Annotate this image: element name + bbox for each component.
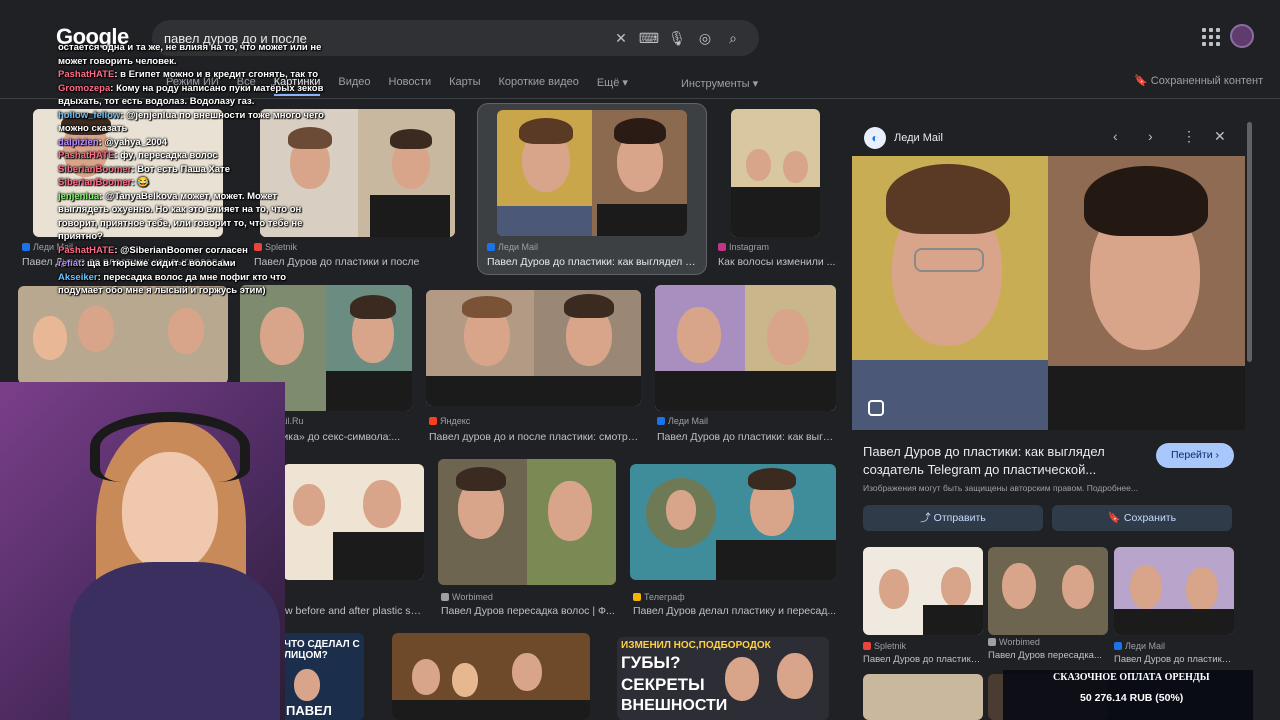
related-caption[interactable]: Павел Дуров до пластики:... [1114, 654, 1234, 665]
source-logo-icon: ◐ [864, 127, 886, 149]
result-caption[interactable]: Павел Дуров до пластики: как выглядел с.… [487, 256, 697, 268]
result-source: Worbimed [441, 592, 493, 602]
result-source: Леди Mail [657, 416, 708, 426]
thumb-text: СЕКРЕТЫ [621, 675, 705, 694]
visit-button[interactable]: Перейти › [1156, 443, 1234, 468]
bookmark-icon: 🔖 [1134, 75, 1151, 87]
related-source: Леди Mail [1114, 641, 1165, 651]
thumb-text: ПАВЕЛ [286, 703, 332, 718]
related-caption[interactable]: Павел Дуров до пластики ... [863, 654, 983, 665]
related-caption[interactable]: Павел Дуров пересадка... [988, 650, 1108, 661]
result-image[interactable]: ЧТО СДЕЛАЛ С ЛИЦОМ? ПАВЕЛ [278, 633, 364, 720]
related-image[interactable] [863, 674, 983, 720]
chat-message: Gromozepa: Кому на роду написано пуки ма… [58, 82, 324, 108]
result-image[interactable]: ИЗМЕНИЛ НОС,ПОДБОРОДОК ГУБЫ? СЕКРЕТЫ ВНЕ… [617, 637, 829, 720]
keyboard-icon[interactable]: ⌨ [635, 24, 663, 52]
previous-icon[interactable]: ‹ [1113, 128, 1118, 144]
result-image[interactable] [497, 110, 687, 236]
result-image[interactable] [283, 464, 424, 580]
result-image[interactable] [438, 459, 616, 585]
result-image[interactable] [18, 286, 228, 384]
lens-search-icon[interactable] [868, 400, 884, 416]
saved-content-link[interactable]: 🔖 Сохраненный контент [1134, 74, 1263, 87]
related-source: Spletnik [863, 641, 906, 651]
tab-more[interactable]: Ещё ▾ [597, 76, 628, 96]
saved-content-label: Сохраненный контент [1150, 75, 1264, 87]
chat-message: PashatHATE: @SiberianBoomer согласен [58, 244, 248, 256]
result-caption[interactable]: w before and after plastic su... [285, 605, 425, 617]
share-button[interactable]: ⤴ Отправить [863, 505, 1043, 531]
chat-message: SiberianBoomer: 😂 [58, 177, 150, 188]
clear-icon[interactable]: ✕ [607, 24, 635, 52]
chat-message: jenjenlua: @TanyaBelkova может, может. М… [58, 190, 303, 243]
result-image[interactable] [392, 633, 590, 720]
chat-message: dalpizien: @yahya_2004 [58, 136, 168, 148]
result-caption[interactable]: Павел дуров до и после пластики: смотри.… [429, 431, 639, 443]
chat-message: PashatHATE: в Египет можно и в кредит сг… [58, 69, 319, 80]
chat-message: Akseiker: пересадка волос да мне пофиг к… [58, 271, 287, 297]
related-source: Worbimed [988, 637, 1040, 647]
related-image[interactable] [988, 547, 1108, 635]
stream-chat: остается одна и та же, не влияя на то, ч… [58, 41, 326, 298]
apps-grid-icon[interactable] [1202, 28, 1220, 46]
result-image[interactable] [731, 109, 820, 237]
preview-image[interactable] [852, 156, 1245, 430]
ticker-title: СКАЗОЧНОЕ ОПЛАТА ОРЕНДЫ [1053, 672, 1210, 683]
thumb-text: ГУБЫ? [621, 653, 681, 672]
close-icon[interactable]: ✕ [1214, 128, 1226, 145]
lens-icon[interactable]: ◎ [691, 24, 719, 52]
streamer-webcam [0, 382, 285, 720]
account-avatar[interactable] [1230, 24, 1254, 48]
result-source: Instagram [718, 242, 769, 252]
tab-short-videos[interactable]: Короткие видео [498, 76, 578, 96]
bookmark-icon: 🔖 [1107, 512, 1124, 524]
share-icon: ⤴ [920, 512, 934, 524]
result-image[interactable] [426, 290, 641, 406]
result-caption[interactable]: Павел Дуров делал пластику и пересад... [633, 605, 838, 617]
preview-title[interactable]: Павел Дуров до пластики: как выглядел со… [863, 443, 1133, 479]
chat-message: refiat: ща в тюрьме сидит с волосами [58, 258, 236, 269]
copyright-notice[interactable]: Изображения могут быть защищены авторски… [863, 483, 1138, 493]
result-image[interactable] [655, 285, 836, 411]
chat-message: остается одна и та же, не влияя на то, ч… [58, 42, 322, 67]
tab-news[interactable]: Новости [389, 76, 432, 96]
microphone-icon[interactable]: 🎙 [663, 24, 691, 52]
related-image[interactable] [863, 547, 983, 635]
thumb-text: ИЗМЕНИЛ НОС,ПОДБОРОДОК [621, 640, 771, 651]
preview-source[interactable]: Леди Mail [894, 132, 943, 144]
tools-button[interactable]: Инструменты ▾ [681, 77, 758, 90]
result-caption[interactable]: Как волосы изменили ... [718, 256, 836, 268]
panel-scrollbar[interactable] [1247, 122, 1252, 362]
related-image[interactable] [1114, 547, 1234, 635]
result-source: Телеграф [633, 592, 685, 602]
chat-message: hollow_fellow: @jenjenlua по внешности т… [58, 109, 324, 135]
search-icon[interactable]: ⌕ [719, 24, 747, 52]
tab-maps[interactable]: Карты [449, 76, 480, 96]
result-image[interactable] [630, 464, 836, 580]
next-icon[interactable]: › [1148, 128, 1153, 144]
save-button[interactable]: 🔖 Сохранить [1052, 505, 1232, 531]
tab-video[interactable]: Видео [338, 76, 370, 96]
result-caption[interactable]: Павел Дуров пересадка волос | Ф... [441, 605, 621, 617]
result-caption[interactable]: Павел Дуров до пластики: как выгл... [657, 431, 837, 443]
result-source: Яндекс [429, 416, 470, 426]
more-options-icon[interactable]: ⋮ [1182, 128, 1196, 145]
browser-page: Google павел дуров до и после ✕ ⌨ 🎙 ◎ ⌕ … [0, 0, 1280, 720]
result-source: Леди Mail [487, 242, 538, 252]
chat-message: PashatHATE: фу, пересадка волос [58, 150, 218, 161]
thumb-text: ВНЕШНОСТИ [621, 697, 728, 714]
chat-message: SiberianBoomer: Вот есть Паша Хате [58, 163, 230, 175]
thumb-text: ЧТО СДЕЛАЛ С ЛИЦОМ? [284, 639, 360, 661]
ticker-amount: 50 276.14 RUB (50%) [1080, 692, 1184, 704]
